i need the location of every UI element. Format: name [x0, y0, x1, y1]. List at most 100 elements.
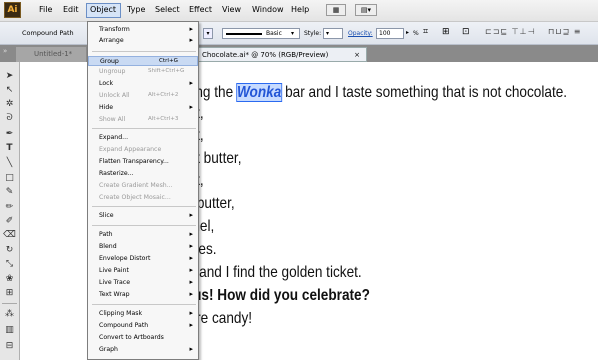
menu-item-hide[interactable]: Hide ▸ — [88, 103, 198, 113]
tab-untitled[interactable]: Untitled-1* — [16, 47, 86, 62]
eraser-tool-icon[interactable]: ⌫ — [3, 229, 16, 241]
menu-select[interactable]: Select — [155, 5, 180, 14]
submenu-arrow-icon: ▸ — [189, 36, 193, 44]
menu-object[interactable]: Object — [86, 3, 121, 18]
selection-tool-icon[interactable]: ➤ — [3, 70, 16, 82]
style-label: Style: — [304, 30, 322, 37]
graph-tool-icon[interactable]: ▥ — [3, 324, 16, 336]
artboard-tool-icon[interactable]: ⊟ — [3, 340, 16, 352]
workspace-arrange-icon[interactable]: ▤▾ — [355, 4, 377, 16]
distribute-objects-icons[interactable]: ⊓⊔⊒ ≡ — [548, 27, 581, 36]
menu-file[interactable]: File — [39, 5, 52, 14]
menu-help[interactable]: Help — [291, 5, 309, 14]
menu-item-label: Blend — [99, 243, 117, 250]
blob-brush-tool-icon[interactable]: ✐ — [3, 215, 16, 227]
submenu-arrow-icon: ▸ — [189, 345, 193, 353]
menu-item-label: Create Gradient Mesh... — [99, 182, 173, 189]
bridge-icon[interactable]: ▦ — [326, 4, 346, 16]
menu-item-clipping-mask[interactable]: Clipping Mask ▸ — [88, 309, 198, 319]
opacity-input[interactable]: 100 — [376, 28, 404, 39]
menu-item-group[interactable]: Group Ctrl+G — [88, 56, 198, 66]
submenu-arrow-icon: ▸ — [189, 211, 193, 219]
submenu-arrow-icon: ▸ — [189, 25, 193, 33]
menu-item-convert-to-artboards[interactable]: Convert to Artboards — [88, 333, 198, 343]
stroke-weight-dropdown[interactable]: ▾ — [203, 28, 213, 39]
pen-tool-icon[interactable]: ✒ — [3, 128, 16, 140]
menu-item-compound-path[interactable]: Compound Path ▸ — [88, 321, 198, 331]
menu-item-flatten-transparency[interactable]: Flatten Transparency... — [88, 157, 198, 167]
opacity-label[interactable]: Opacity: — [348, 30, 373, 37]
menu-item-rasterize[interactable]: Rasterize... — [88, 169, 198, 179]
rotate-tool-icon[interactable]: ↻ — [3, 244, 16, 256]
transform-icon[interactable]: ⊡ — [462, 27, 470, 37]
menu-view[interactable]: View — [222, 5, 241, 14]
menu-item-label: Unlock All — [99, 92, 130, 99]
menu-item-text-wrap[interactable]: Text Wrap ▸ — [88, 290, 198, 300]
menu-item-envelope-distort[interactable]: Envelope Distort ▸ — [88, 254, 198, 264]
align-icon[interactable]: ⊞ — [442, 27, 450, 37]
menu-item-slice[interactable]: Slice ▸ — [88, 211, 198, 221]
doc-text-line[interactable]: ok and I find the golden ticket. — [181, 264, 362, 282]
menu-item-label: Hide — [99, 104, 114, 111]
menu-item-label: Live Paint — [99, 267, 129, 274]
menu-item-live-paint[interactable]: Live Paint ▸ — [88, 266, 198, 276]
doc-text-line-1[interactable]: ating the Wonka bar and I taste somethin… — [181, 83, 567, 102]
menu-item-label: Envelope Distort — [99, 255, 151, 262]
submenu-arrow-icon: ▸ — [189, 103, 193, 111]
tab-chocolate-label: Chocolate.ai* @ 70% (RGB/Preview) — [202, 51, 329, 59]
menu-item-unlock-all[interactable]: Unlock All Alt+Ctrl+2 — [88, 91, 198, 101]
menu-item-expand[interactable]: Expand... — [88, 133, 198, 143]
menu-item-lock[interactable]: Lock ▸ — [88, 79, 198, 89]
doc-text-line[interactable]: stus! How did you celebrate? — [181, 287, 370, 305]
menu-item-shortcut: Alt+Ctrl+3 — [148, 116, 179, 122]
menu-item-live-trace[interactable]: Live Trace ▸ — [88, 278, 198, 288]
menu-item-shortcut: Alt+Ctrl+2 — [148, 92, 179, 98]
opacity-dropdown-arrow[interactable]: ▸ — [406, 29, 409, 36]
menu-item-label: Text Wrap — [99, 291, 130, 298]
menu-item-transform[interactable]: Transform ▸ — [88, 25, 198, 35]
rectangle-tool-icon[interactable]: □ — [3, 172, 16, 184]
menu-item-ungroup[interactable]: Ungroup Shift+Ctrl+G — [88, 67, 198, 77]
menu-window[interactable]: Window — [252, 5, 284, 14]
submenu-arrow-icon: ▸ — [189, 321, 193, 329]
menu-item-arrange[interactable]: Arrange ▸ — [88, 36, 198, 46]
symbol-sprayer-tool-icon[interactable]: ⁂ — [3, 308, 16, 320]
menu-item-show-all[interactable]: Show All Alt+Ctrl+3 — [88, 115, 198, 125]
menu-bar: Ai File Edit Object Type Select Effect V… — [0, 0, 598, 22]
tab-chocolate[interactable]: Chocolate.ai* @ 70% (RGB/Preview) × — [195, 47, 367, 62]
line-tool-icon[interactable]: ╲ — [3, 157, 16, 169]
magic-wand-tool-icon[interactable]: ✲ — [3, 98, 16, 110]
close-icon[interactable]: × — [354, 48, 360, 62]
menu-item-label: Transform — [99, 26, 130, 33]
stroke-preview-line — [226, 33, 262, 35]
warp-tool-icon[interactable]: ❀ — [3, 273, 16, 285]
menu-item-shortcut: Ctrl+G — [159, 58, 178, 64]
menu-type[interactable]: Type — [127, 5, 145, 14]
direct-selection-tool-icon[interactable]: ↖ — [3, 84, 16, 96]
scale-tool-icon[interactable]: ⤡ — [3, 258, 16, 270]
menu-item-create-gradient-mesh[interactable]: Create Gradient Mesh... — [88, 181, 198, 191]
align-objects-icons[interactable]: ⊏⊐⊑ ⊤⊥⊣ — [485, 27, 536, 36]
paintbrush-tool-icon[interactable]: ✎ — [3, 186, 16, 198]
opacity-unit: % — [413, 30, 419, 37]
chevron-down-icon: ▾ — [291, 30, 295, 37]
brush-definition-dropdown[interactable]: Basic ▾ — [222, 28, 300, 39]
menu-item-blend[interactable]: Blend ▸ — [88, 242, 198, 252]
menu-item-create-object-mosaic[interactable]: Create Object Mosaic... — [88, 193, 198, 203]
menu-item-path[interactable]: Path ▸ — [88, 230, 198, 240]
selected-word[interactable]: Wonka — [236, 83, 283, 102]
pencil-tool-icon[interactable]: ✏ — [3, 201, 16, 213]
panel-collapse-icon[interactable]: » — [3, 47, 7, 55]
selection-type-label: Compound Path — [22, 29, 74, 37]
menu-edit[interactable]: Edit — [63, 5, 79, 14]
menu-effect[interactable]: Effect — [189, 5, 212, 14]
lasso-tool-icon[interactable]: ᘐ — [3, 112, 16, 124]
menu-item-expand-appearance[interactable]: Expand Appearance — [88, 145, 198, 155]
type-tool-icon[interactable]: T — [3, 142, 16, 154]
graphic-style-dropdown[interactable]: ▾ — [323, 28, 343, 39]
submenu-arrow-icon: ▸ — [189, 309, 193, 317]
menu-item-graph[interactable]: Graph ▸ — [88, 345, 198, 355]
pathfinder-icon[interactable]: ⌗ — [423, 27, 428, 37]
free-transform-tool-icon[interactable]: ⊞ — [3, 287, 16, 299]
submenu-arrow-icon: ▸ — [189, 254, 193, 262]
